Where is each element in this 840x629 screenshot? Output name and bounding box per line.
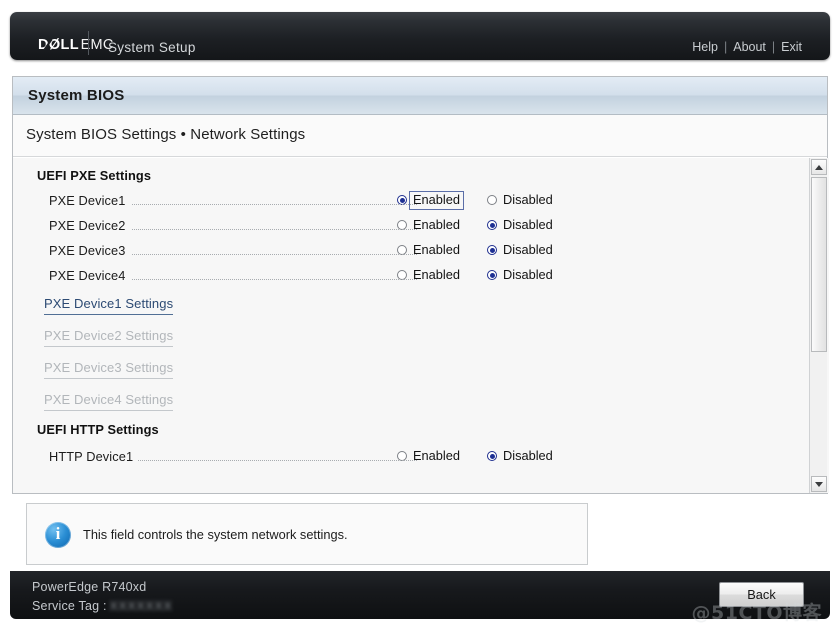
breadcrumb-text: System BIOS Settings • Network Settings <box>26 126 306 143</box>
back-button[interactable]: Back <box>719 582 804 607</box>
system-setup-screen: DØLL EMC System Setup Help | About | Exi… <box>0 0 840 629</box>
help-info-text: This field controls the system network s… <box>83 527 348 542</box>
breadcrumb: System BIOS Settings • Network Settings <box>13 115 827 157</box>
radio-label-enabled: Enabled <box>409 191 464 210</box>
radio-indicator-disabled[interactable] <box>487 195 497 206</box>
link-label: PXE Device3 Settings <box>44 360 174 379</box>
setting-row-pxe-device4[interactable]: PXE Device4 Enabled Disabled <box>49 266 789 288</box>
radio-label-enabled: Enabled <box>413 267 460 282</box>
nav-separator-1: | <box>723 40 728 54</box>
radio-option-disabled[interactable]: Disabled <box>487 242 553 257</box>
service-tag-label: Service Tag : <box>32 599 107 613</box>
radio-label-enabled: Enabled <box>413 242 460 257</box>
radio-label-enabled: Enabled <box>413 217 460 232</box>
radio-option-disabled[interactable]: Disabled <box>487 192 553 207</box>
setting-row-pxe-device1[interactable]: PXE Device1 Enabled Disabled <box>49 191 789 213</box>
info-icon <box>45 522 71 548</box>
radio-indicator-disabled[interactable] <box>487 270 497 281</box>
section-heading-uefi-pxe: UEFI PXE Settings <box>37 168 152 183</box>
setting-row-pxe-device2[interactable]: PXE Device2 Enabled Disabled <box>49 216 789 238</box>
top-navigation: Help | About | Exit <box>692 40 802 54</box>
radio-label-enabled: Enabled <box>413 448 460 463</box>
setting-label: HTTP Device1 <box>49 449 139 464</box>
link-pxe-device1-settings[interactable]: PXE Device1 Settings <box>44 295 174 315</box>
dell-emc-logo: DØLL EMC <box>38 37 114 53</box>
dell-text: DØLL <box>38 37 80 53</box>
radio-label-disabled: Disabled <box>503 242 553 257</box>
setting-row-pxe-device3[interactable]: PXE Device3 Enabled Disabled <box>49 241 789 263</box>
help-link[interactable]: Help <box>692 40 718 54</box>
chevron-down-icon <box>815 481 823 487</box>
link-pxe-device2-settings: PXE Device2 Settings <box>44 327 174 347</box>
setting-label: PXE Device1 <box>49 193 131 208</box>
title-bar: DØLL EMC System Setup Help | About | Exi… <box>10 12 830 60</box>
setting-label: PXE Device3 <box>49 243 131 258</box>
page-title: System BIOS <box>28 87 125 104</box>
setting-label: PXE Device2 <box>49 218 131 233</box>
service-tag: Service Tag : XXXXXXX <box>32 599 173 613</box>
system-model: PowerEdge R740xd <box>32 580 147 594</box>
page-title-bar: System BIOS <box>13 77 827 115</box>
settings-list: UEFI PXE Settings PXE Device1 Enabled Di… <box>13 158 811 493</box>
scrollbar-thumb[interactable] <box>811 177 827 352</box>
radio-label-disabled: Disabled <box>503 267 553 282</box>
link-pxe-device3-settings: PXE Device3 Settings <box>44 359 174 379</box>
setting-row-http-device1[interactable]: HTTP Device1 Enabled Disabled <box>49 447 789 469</box>
link-pxe-device4-settings: PXE Device4 Settings <box>44 391 174 411</box>
radio-indicator-disabled[interactable] <box>487 220 497 231</box>
service-tag-value: XXXXXXX <box>109 599 173 613</box>
chevron-up-icon <box>815 164 823 170</box>
about-link[interactable]: About <box>733 40 766 54</box>
vertical-scrollbar[interactable] <box>809 158 827 493</box>
settings-scroll-area[interactable]: UEFI PXE Settings PXE Device1 Enabled Di… <box>13 158 829 493</box>
radio-indicator-disabled[interactable] <box>487 451 497 462</box>
status-bar: PowerEdge R740xd Service Tag : XXXXXXX B… <box>10 571 830 619</box>
setting-label: PXE Device4 <box>49 268 131 283</box>
dell-wordmark: DØLL <box>38 37 79 53</box>
radio-option-disabled[interactable]: Disabled <box>487 217 553 232</box>
radio-option-disabled[interactable]: Disabled <box>487 267 553 282</box>
scroll-up-button[interactable] <box>811 159 827 175</box>
link-label: PXE Device2 Settings <box>44 328 174 347</box>
radio-label-disabled: Disabled <box>503 217 553 232</box>
nav-separator-2: | <box>771 40 776 54</box>
section-heading-uefi-http: UEFI HTTP Settings <box>37 422 159 437</box>
radio-option-disabled[interactable]: Disabled <box>487 448 553 463</box>
radio-label-disabled: Disabled <box>503 448 553 463</box>
app-title: System Setup <box>108 40 196 55</box>
scroll-down-button[interactable] <box>811 476 827 492</box>
radio-label-disabled: Disabled <box>503 192 553 207</box>
content-panel: System BIOS System BIOS Settings • Netwo… <box>12 76 829 494</box>
logo-divider <box>88 31 89 55</box>
help-info-box: This field controls the system network s… <box>26 503 588 565</box>
radio-indicator-disabled[interactable] <box>487 245 497 256</box>
exit-link[interactable]: Exit <box>781 40 802 54</box>
link-label: PXE Device4 Settings <box>44 392 174 411</box>
link-label: PXE Device1 Settings <box>44 296 174 315</box>
